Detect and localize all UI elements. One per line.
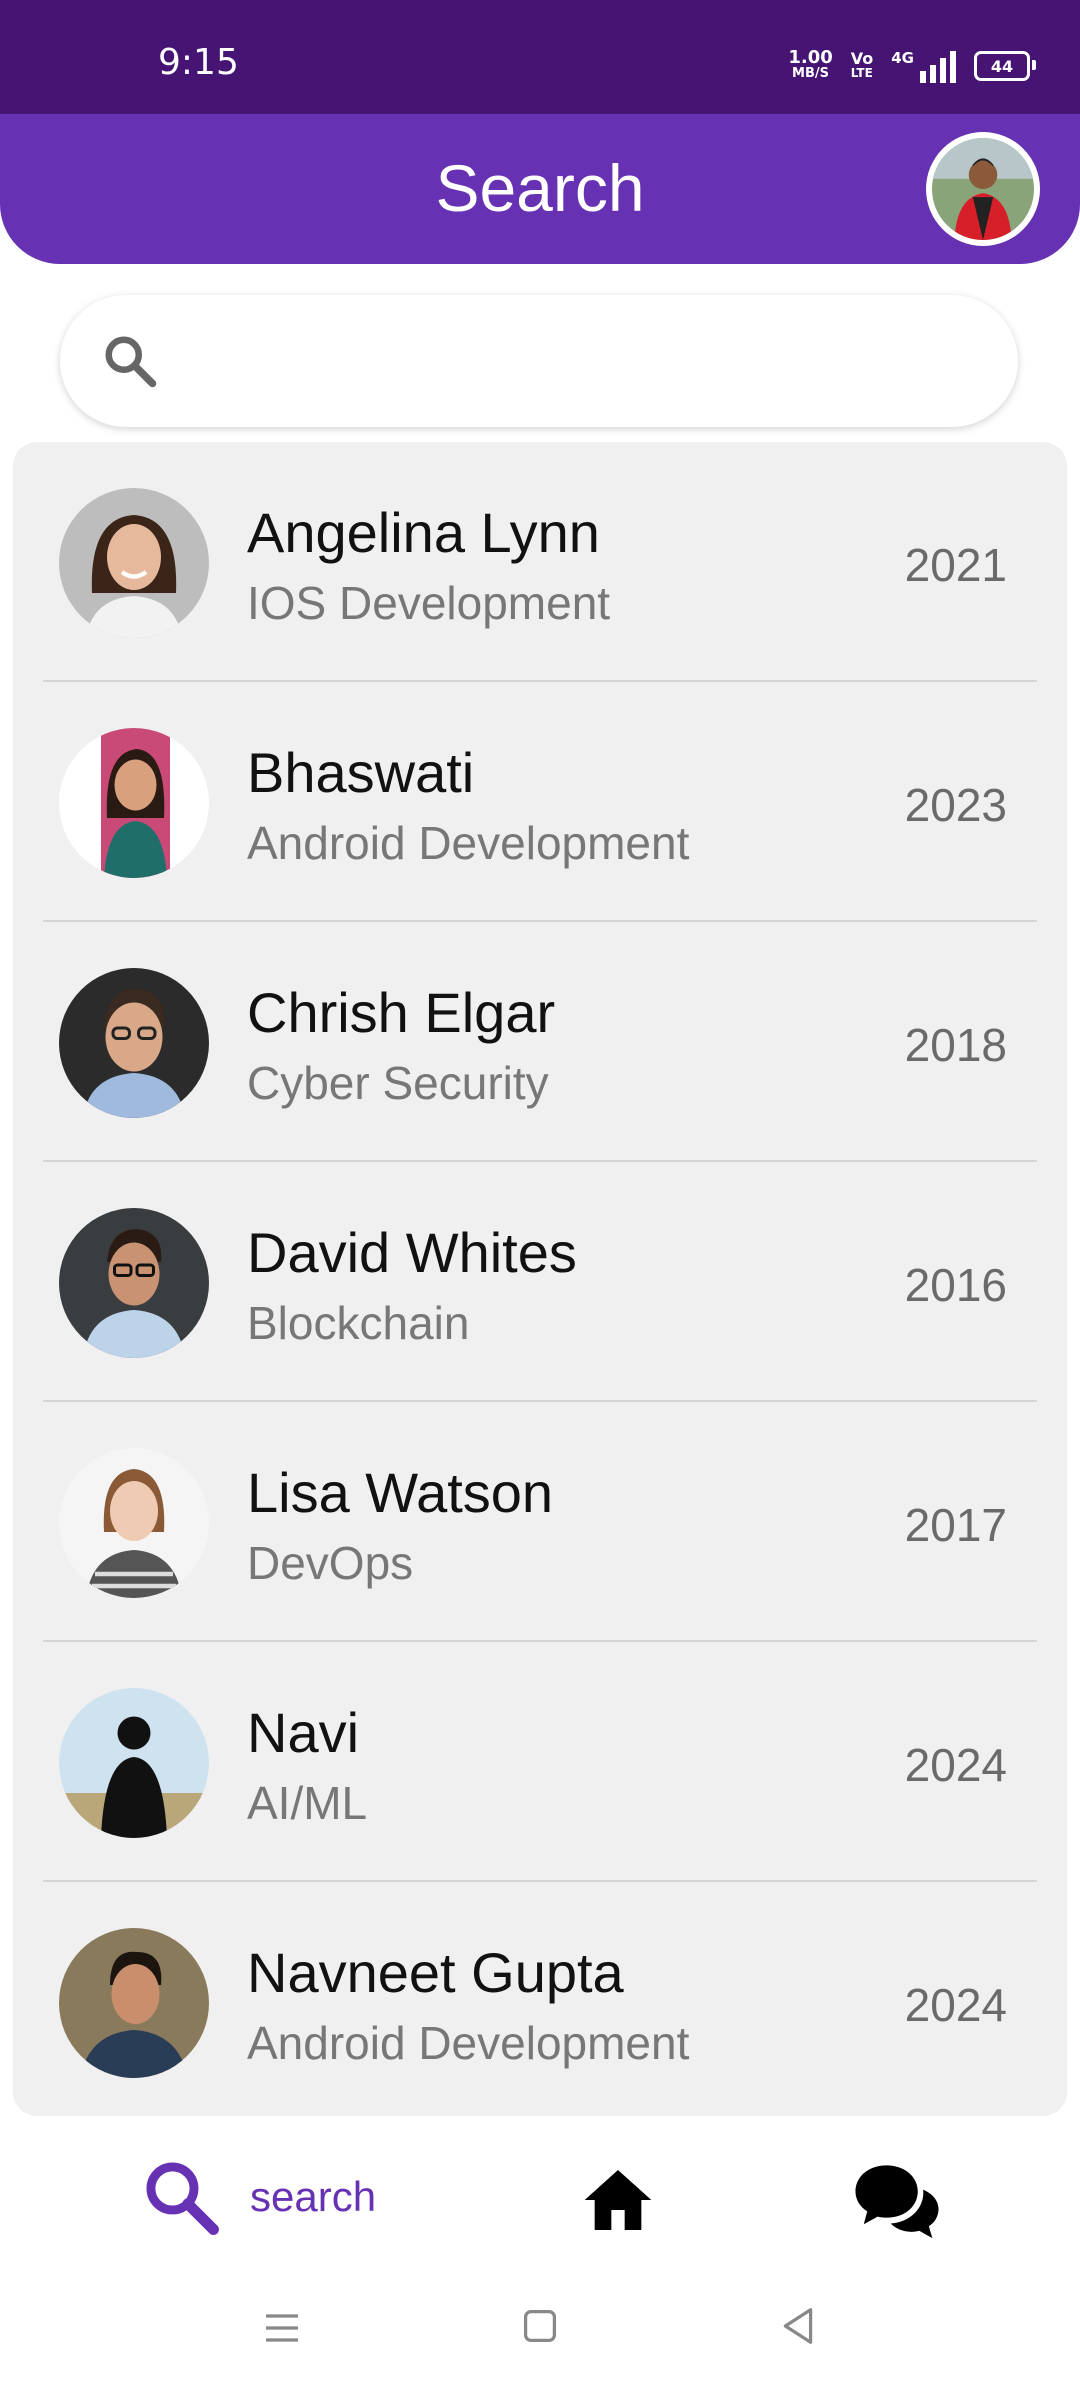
avatar bbox=[59, 1688, 209, 1838]
list-item[interactable]: Navneet Gupta Android Development 2024 bbox=[43, 1882, 1037, 2116]
battery-level: 44 bbox=[990, 56, 1014, 76]
bottom-navigation: search bbox=[0, 2120, 1080, 2280]
system-navigation bbox=[0, 2280, 1080, 2400]
chat-icon[interactable] bbox=[852, 2158, 942, 2242]
item-year: 2017 bbox=[904, 1499, 1007, 1551]
search-input[interactable] bbox=[190, 325, 974, 399]
status-time: 9:15 bbox=[158, 42, 239, 83]
profile-avatar[interactable] bbox=[926, 132, 1040, 246]
item-name: Angelina Lynn bbox=[247, 501, 600, 564]
home-icon[interactable] bbox=[578, 2160, 658, 2240]
search-icon bbox=[146, 2162, 219, 2235]
item-course: Android Development bbox=[247, 2017, 690, 2069]
item-course: IOS Development bbox=[247, 577, 611, 629]
list-item[interactable]: Navi AI/ML 2024 bbox=[43, 1642, 1037, 1882]
item-year: 2024 bbox=[904, 1739, 1007, 1791]
network-type: 4G bbox=[891, 49, 914, 67]
network-speed-value: 1.00 bbox=[788, 47, 833, 68]
item-name: Chrish Elgar bbox=[247, 981, 556, 1044]
app-bar: Search bbox=[0, 114, 1080, 264]
item-name: Lisa Watson bbox=[247, 1461, 554, 1524]
item-name: Navneet Gupta bbox=[247, 1941, 624, 2004]
status-bar: 9:15 1.00 MB/S Vo LTE 4G 44 bbox=[0, 0, 1080, 115]
item-year: 2018 bbox=[904, 1019, 1007, 1071]
item-year: 2016 bbox=[904, 1259, 1007, 1311]
list-item[interactable]: Chrish Elgar Cyber Security 2018 bbox=[43, 922, 1037, 1162]
results-list: Angelina Lynn IOS Development 2021 Bhasw… bbox=[13, 442, 1067, 2116]
avatar bbox=[59, 968, 209, 1118]
menu-icon[interactable] bbox=[262, 2308, 302, 2348]
avatar bbox=[59, 728, 209, 878]
back-icon[interactable] bbox=[780, 2306, 816, 2346]
network-speed: 1.00 MB/S bbox=[788, 47, 833, 82]
profile-photo bbox=[932, 138, 1034, 240]
item-course: Blockchain bbox=[247, 1297, 470, 1349]
signal-icon: 4G bbox=[891, 49, 956, 83]
home-square-icon[interactable] bbox=[522, 2308, 558, 2344]
search-bar[interactable] bbox=[60, 295, 1018, 427]
search-icon bbox=[105, 336, 157, 388]
item-course: AI/ML bbox=[247, 1777, 368, 1829]
list-item[interactable]: Bhaswati Android Development 2023 bbox=[43, 682, 1037, 922]
avatar bbox=[59, 1928, 209, 2078]
battery-icon: 44 bbox=[974, 51, 1036, 81]
item-year: 2024 bbox=[904, 1979, 1007, 2031]
network-speed-unit: MB/S bbox=[792, 66, 830, 81]
page-title: Search bbox=[435, 151, 645, 225]
item-name: David Whites bbox=[247, 1221, 577, 1284]
status-icons: 1.00 MB/S Vo LTE 4G 44 bbox=[788, 46, 1036, 86]
avatar bbox=[59, 1448, 209, 1598]
item-course: Android Development bbox=[247, 817, 690, 869]
item-course: Cyber Security bbox=[247, 1057, 549, 1109]
list-item[interactable]: David Whites Blockchain 2016 bbox=[43, 1162, 1037, 1402]
nav-search-label: search bbox=[250, 2173, 377, 2220]
avatar bbox=[59, 1208, 209, 1358]
item-course: DevOps bbox=[247, 1537, 414, 1589]
item-name: Navi bbox=[247, 1701, 360, 1764]
item-name: Bhaswati bbox=[247, 741, 475, 804]
volte-bottom: LTE bbox=[850, 66, 873, 80]
volte-top: Vo bbox=[850, 49, 874, 68]
list-item[interactable]: Lisa Watson DevOps 2017 bbox=[43, 1402, 1037, 1642]
nav-search-tab[interactable]: search bbox=[140, 2156, 376, 2238]
list-item[interactable]: Angelina Lynn IOS Development 2021 bbox=[43, 442, 1037, 682]
item-year: 2023 bbox=[904, 779, 1007, 831]
avatar bbox=[59, 488, 209, 638]
item-year: 2021 bbox=[904, 539, 1007, 591]
volte-icon: Vo LTE bbox=[851, 51, 874, 81]
